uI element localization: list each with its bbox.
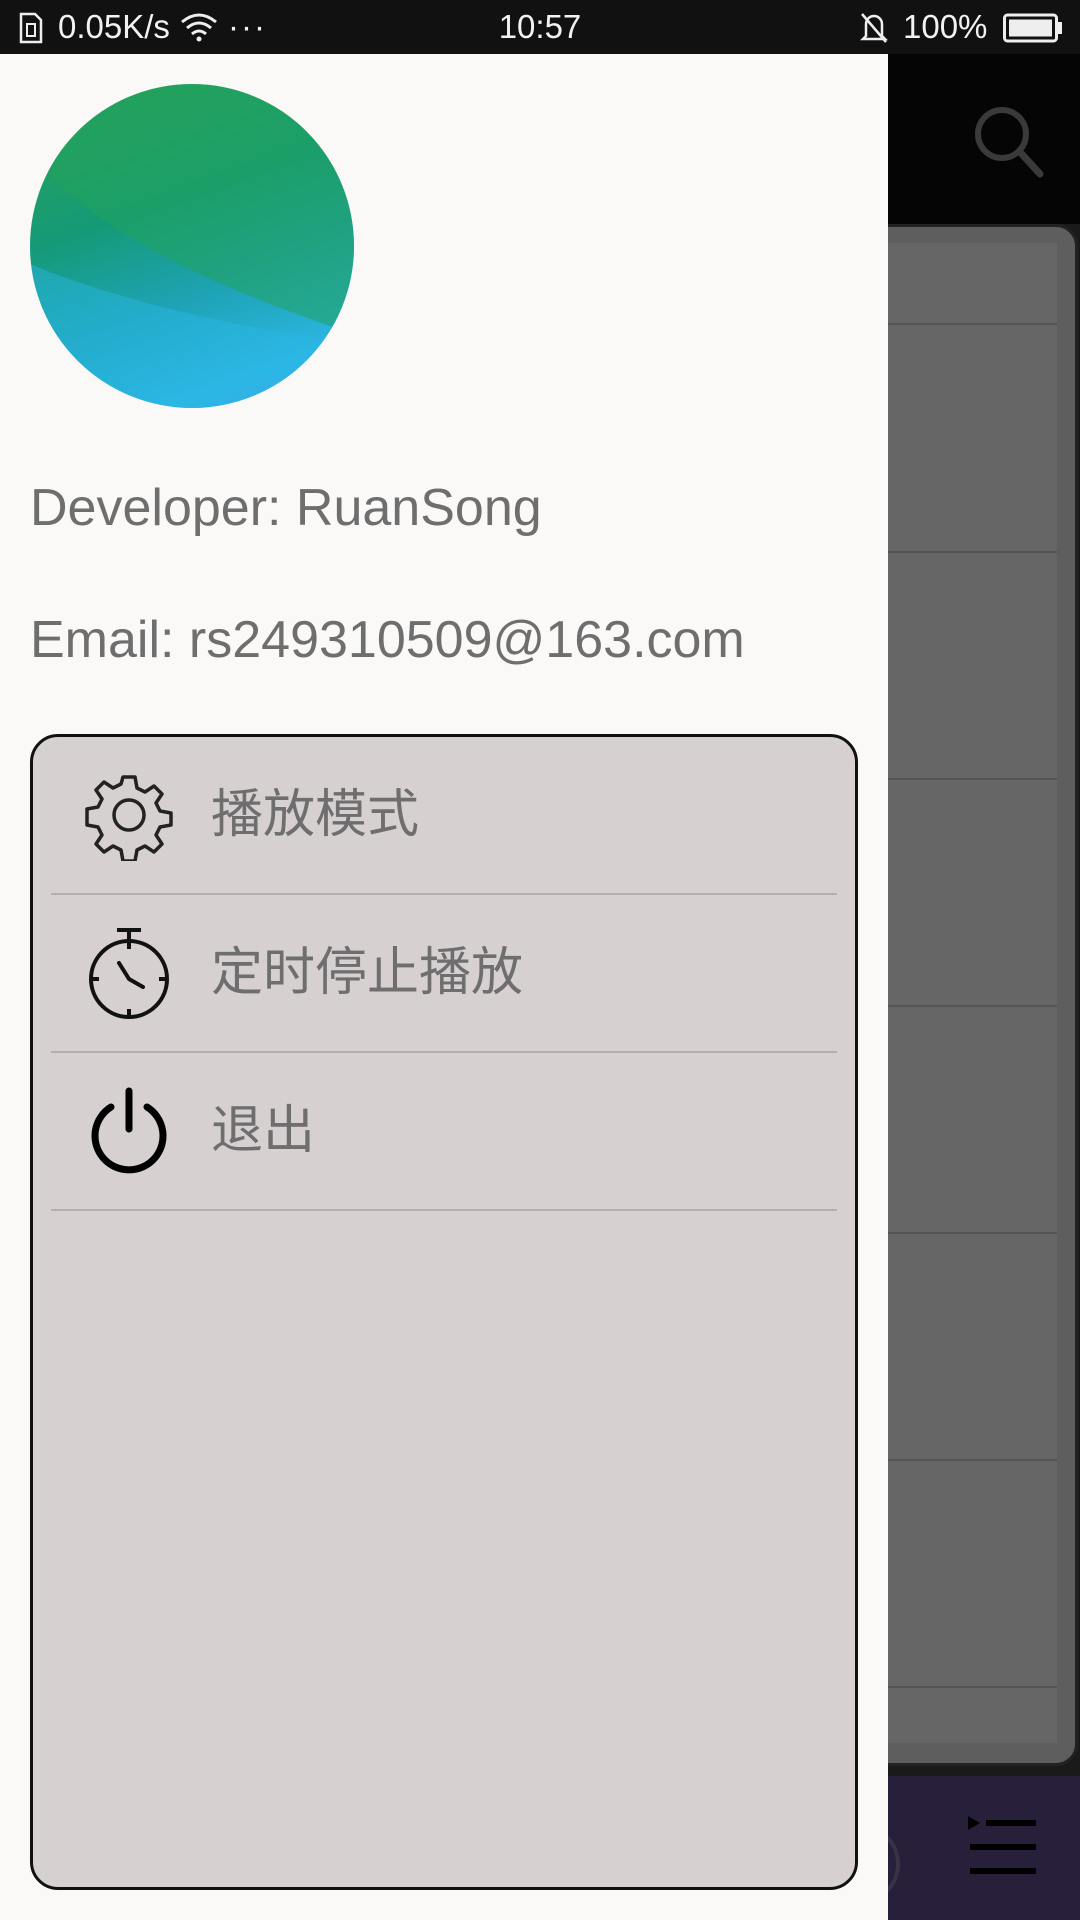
power-icon xyxy=(83,1085,175,1177)
gear-icon xyxy=(83,769,175,863)
navigation-drawer: Developer: RuanSong Email: rs249310509@1… xyxy=(0,54,888,1920)
stopwatch-icon xyxy=(83,927,175,1019)
email-label: Email: rs249310509@163.com xyxy=(30,611,745,669)
playlist-icon[interactable] xyxy=(966,1812,1038,1887)
menu-item-label: 定时停止播放 xyxy=(211,944,524,1002)
bell-muted-icon xyxy=(858,10,890,52)
search-icon[interactable] xyxy=(972,104,1044,185)
menu-item-label: 播放模式 xyxy=(211,786,420,844)
menu-item-sleep-timer[interactable]: 定时停止播放 xyxy=(51,895,837,1053)
menu-card: 播放模式 定时停止播放 退出 xyxy=(30,734,858,1890)
menu-item-label: 退出 xyxy=(211,1102,316,1160)
battery-icon xyxy=(1003,13,1063,51)
developer-label: Developer: RuanSong xyxy=(30,479,542,537)
screen: 0.05K/s ··· 10:57 100% Developer: RuanSo… xyxy=(0,0,1080,1920)
menu-item-exit[interactable]: 退出 xyxy=(51,1053,837,1211)
status-bar: 0.05K/s ··· 10:57 100% xyxy=(0,0,1080,54)
menu-item-play-mode[interactable]: 播放模式 xyxy=(51,737,837,895)
battery-percent: 100% xyxy=(903,8,988,45)
avatar xyxy=(30,84,354,408)
